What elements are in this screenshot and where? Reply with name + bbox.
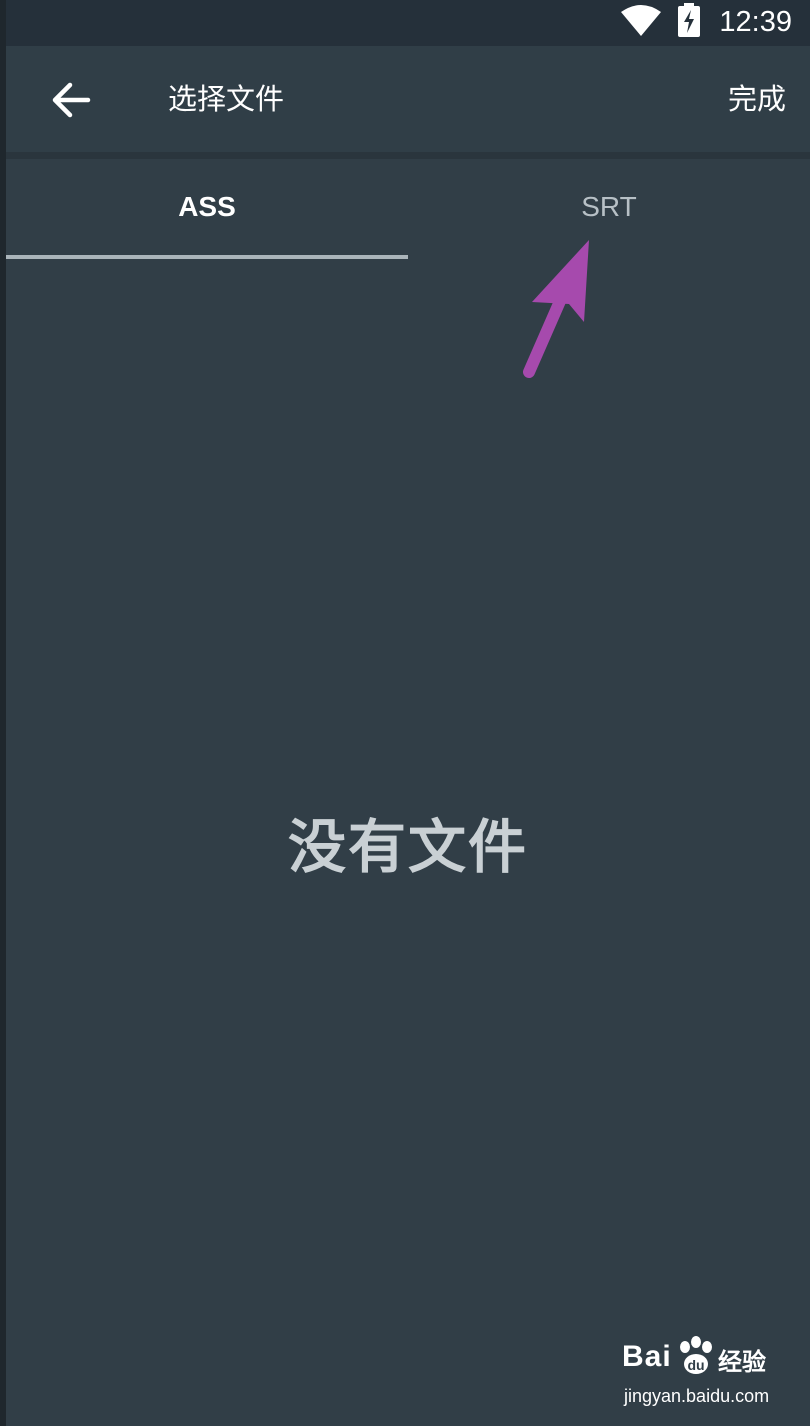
svg-text:du: du xyxy=(687,1357,704,1373)
watermark-logo-text: Bai xyxy=(622,1340,672,1373)
done-button[interactable]: 完成 xyxy=(728,46,786,152)
tab-srt-label: SRT xyxy=(581,191,637,222)
tab-ass[interactable]: ASS xyxy=(6,159,408,261)
arrow-back-icon xyxy=(52,82,91,118)
arrow-pointer-icon xyxy=(523,240,589,378)
status-bar: 12:39 xyxy=(6,0,810,46)
app-bar: 选择文件 完成 xyxy=(6,46,810,152)
tab-indicator xyxy=(6,255,408,259)
screen: 12:39 选择文件 完成 ASS SRT 没有文件 Bai du 经验 jin… xyxy=(6,0,810,1426)
status-time: 12:39 xyxy=(719,6,792,38)
paw-icon: du xyxy=(680,1336,712,1374)
watermark: Bai du 经验 jingyan.baidu.com xyxy=(618,1336,798,1416)
tab-ass-label: ASS xyxy=(178,191,236,222)
app-bar-divider xyxy=(6,152,810,159)
battery-charging-icon xyxy=(678,3,700,37)
watermark-url: jingyan.baidu.com xyxy=(624,1386,770,1406)
back-button[interactable] xyxy=(42,70,102,130)
empty-state-message: 没有文件 xyxy=(287,813,528,881)
watermark-logo-suffix: 经验 xyxy=(718,1348,766,1376)
wifi-icon xyxy=(621,5,661,36)
tab-bar: ASS SRT xyxy=(6,159,810,261)
tab-srt[interactable]: SRT xyxy=(408,159,810,261)
page-title: 选择文件 xyxy=(168,82,285,116)
